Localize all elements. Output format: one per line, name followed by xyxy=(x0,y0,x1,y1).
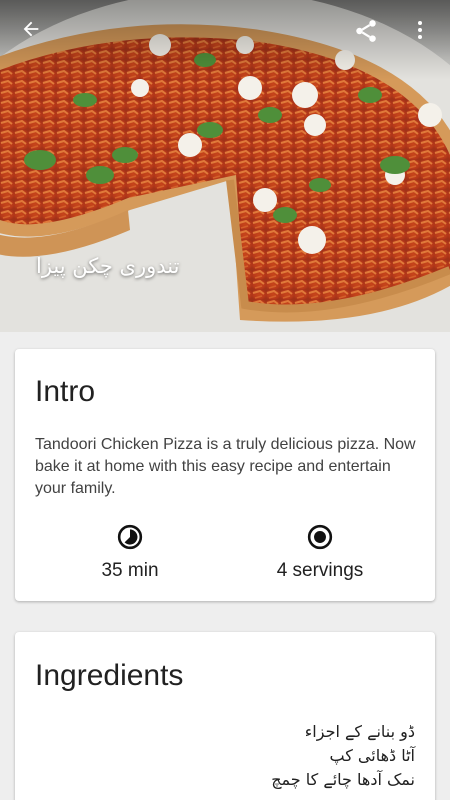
ingredients-heading: Ingredients xyxy=(35,659,184,692)
share-icon[interactable] xyxy=(353,18,387,52)
ingredient-line: آٹا ڈھائی کپ xyxy=(329,746,416,765)
ingredients-card: Ingredients ڈو بنانے کے اجزاء آٹا ڈھائی … xyxy=(15,632,435,800)
intro-description: Tandoori Chicken Pizza is a truly delici… xyxy=(35,436,416,497)
ingredient-line: ڈو بنانے کے اجزاء xyxy=(304,722,415,741)
recipe-title: تندوری چکن پیزا xyxy=(36,254,180,278)
servings-value: 4 servings xyxy=(276,560,364,581)
cook-time-value: 35 min xyxy=(101,560,159,581)
back-arrow-icon[interactable] xyxy=(20,18,54,52)
cook-time: 35 min xyxy=(50,524,210,582)
ingredients-list: ڈو بنانے کے اجزاء آٹا ڈھائی کپ نمک آدھا … xyxy=(271,720,415,792)
more-vert-icon[interactable] xyxy=(408,18,442,52)
clock-icon xyxy=(117,524,143,550)
servings-icon xyxy=(307,524,333,550)
intro-card: Intro Tandoori Chicken Pizza is a truly … xyxy=(15,349,435,601)
servings: 4 servings xyxy=(240,524,400,582)
ingredient-line: نمک آدھا چائے کا چمچ xyxy=(271,770,415,789)
recipe-hero-image: تندوری چکن پیزا xyxy=(0,0,450,332)
intro-heading: Intro xyxy=(35,375,96,408)
